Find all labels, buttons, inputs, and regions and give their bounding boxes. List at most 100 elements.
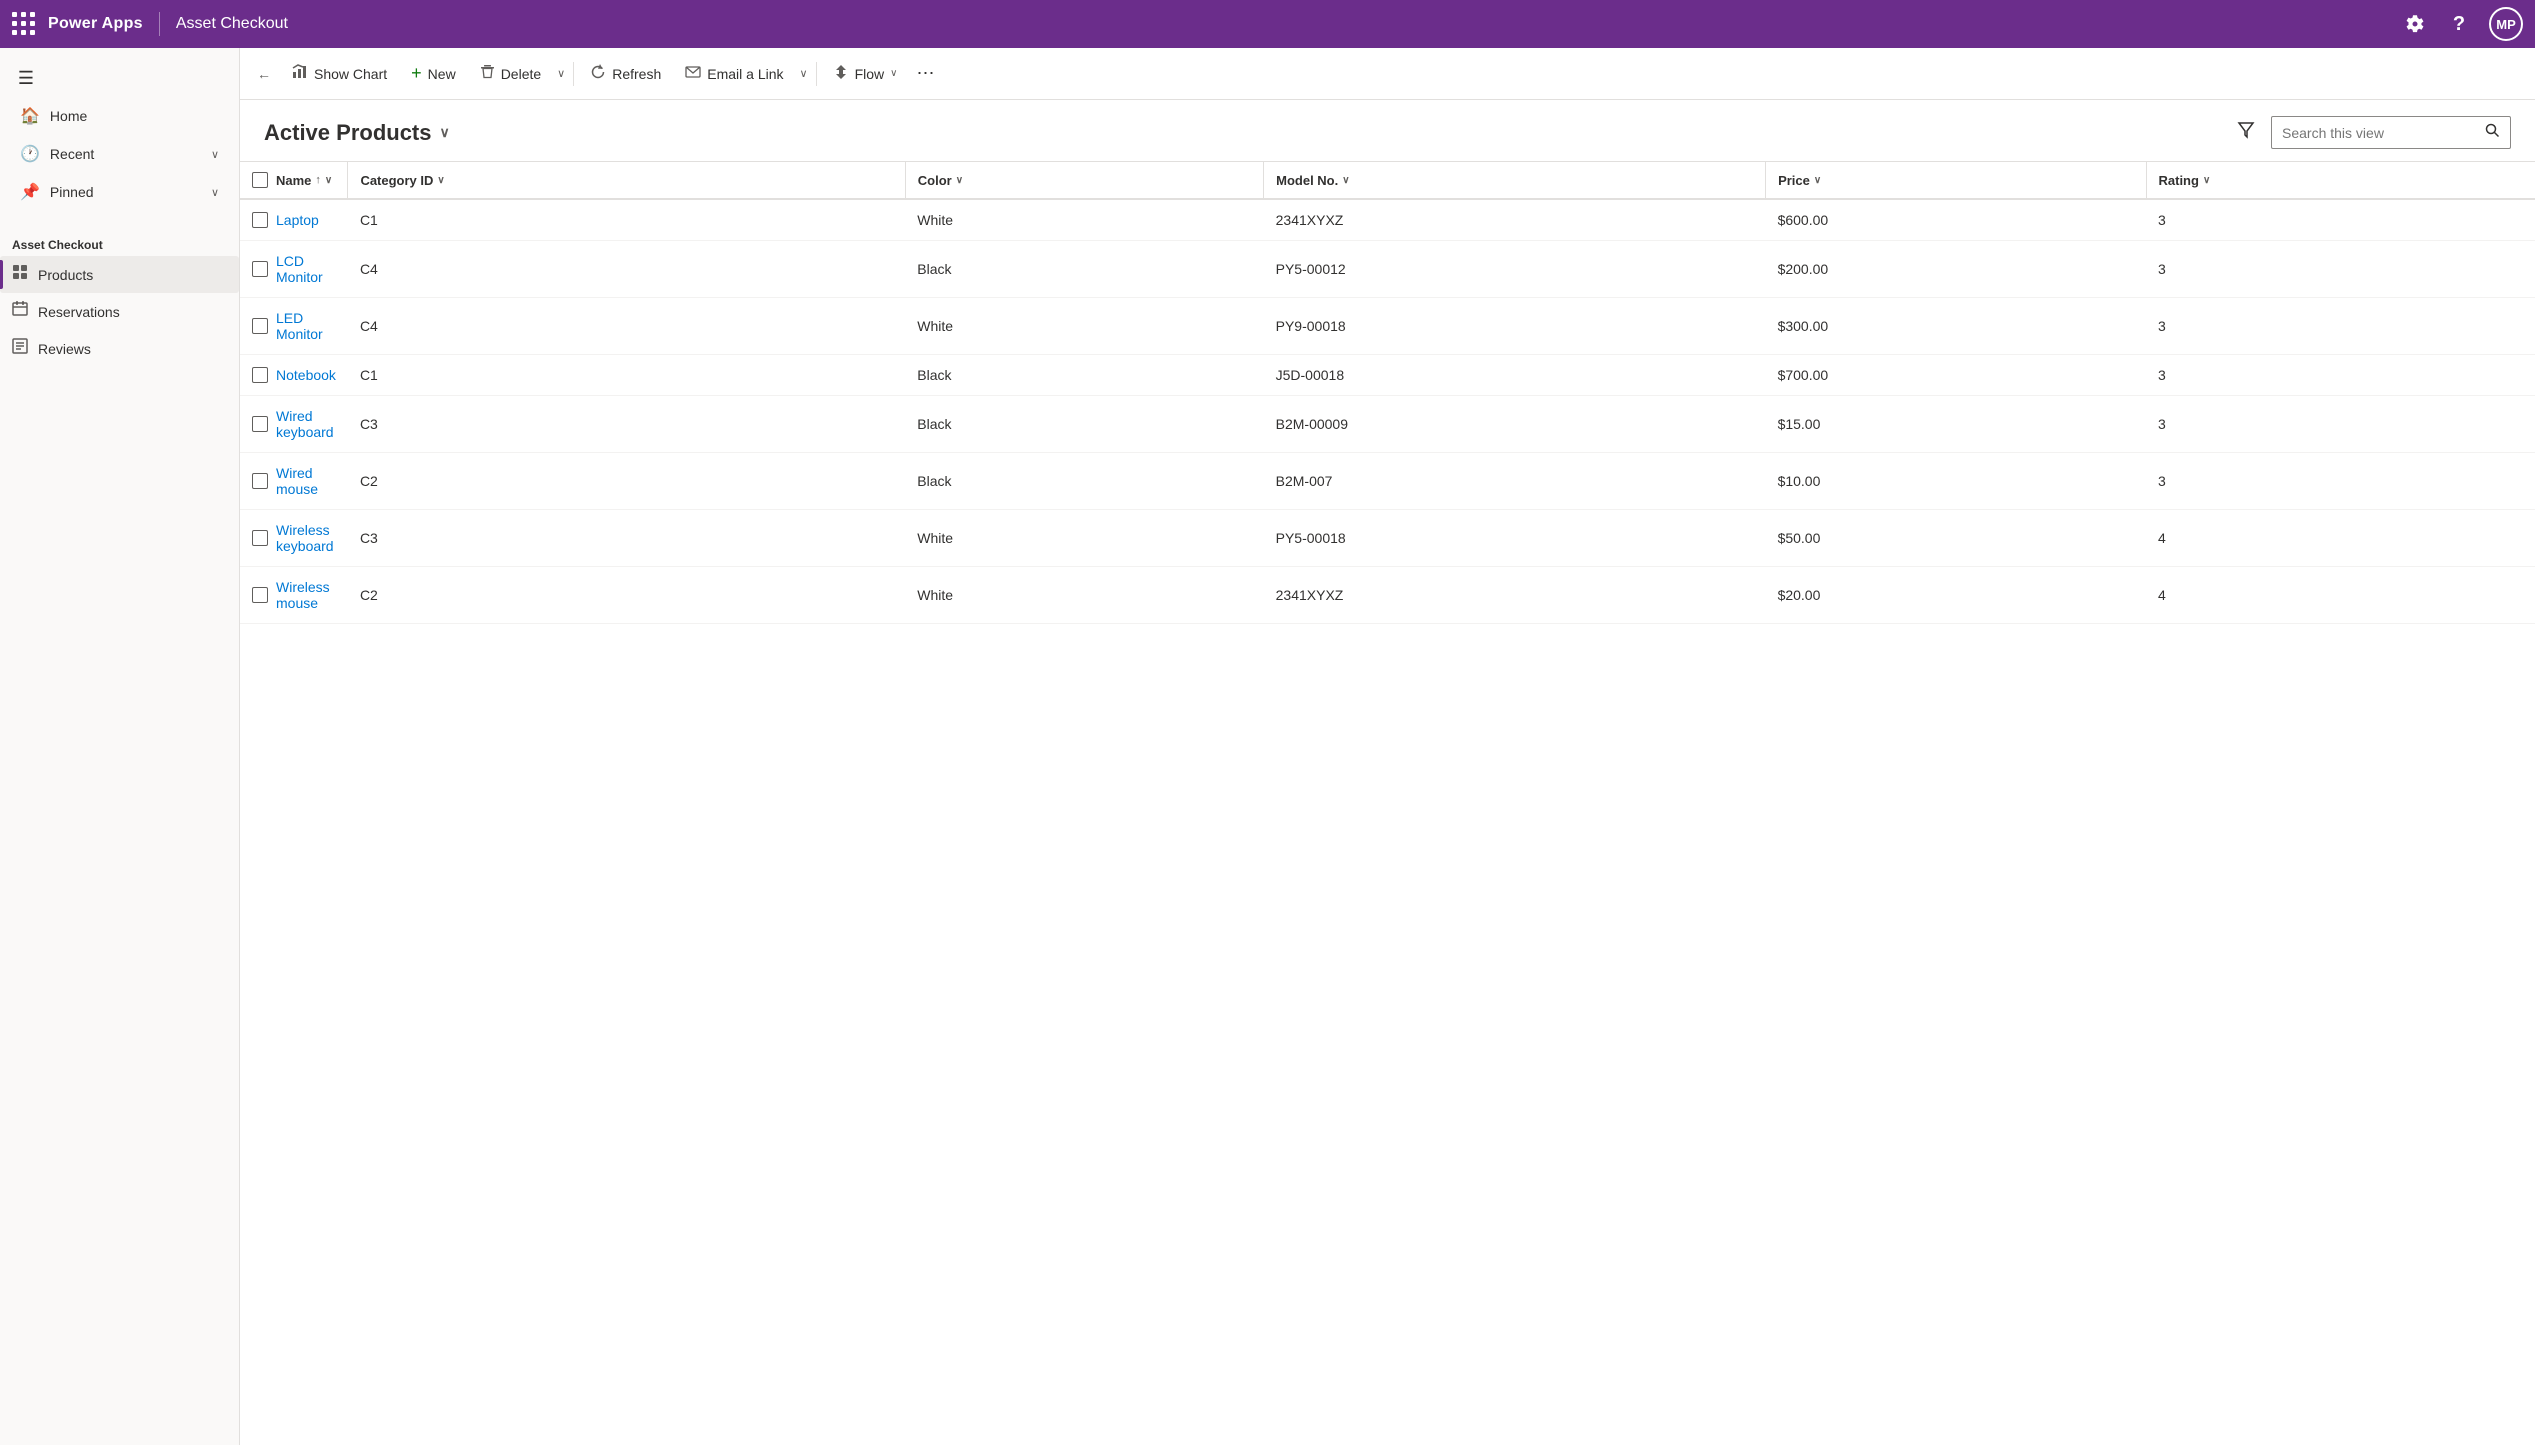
row-1-color: Black bbox=[905, 241, 1263, 298]
reviews-label: Reviews bbox=[38, 341, 91, 357]
table-row[interactable]: LED Monitor C4 White PY9-00018 $300.00 3 bbox=[240, 298, 2535, 355]
settings-icon[interactable] bbox=[2401, 10, 2429, 38]
hamburger-menu-button[interactable]: ☰ bbox=[8, 60, 44, 96]
row-5-check-name: Wired mouse bbox=[240, 453, 348, 510]
table-row[interactable]: Wired mouse C2 Black B2M-007 $10.00 3 bbox=[240, 453, 2535, 510]
row-6-rating: 4 bbox=[2146, 510, 2535, 567]
row-0-price: $600.00 bbox=[1766, 199, 2146, 241]
avatar[interactable]: MP bbox=[2489, 7, 2523, 41]
table-row[interactable]: Wireless keyboard C3 White PY5-00018 $50… bbox=[240, 510, 2535, 567]
row-3-name[interactable]: Notebook bbox=[276, 367, 336, 383]
row-2-category: C4 bbox=[348, 298, 905, 355]
sidebar-item-recent[interactable]: 🕐 Recent ∨ bbox=[8, 136, 231, 172]
flow-button[interactable]: Flow ∨ bbox=[821, 58, 910, 90]
row-3-check-name: Notebook bbox=[240, 355, 348, 396]
th-color: Color ∨ bbox=[905, 162, 1263, 199]
back-button[interactable]: ← bbox=[248, 58, 280, 90]
app-name: Power Apps bbox=[48, 15, 143, 33]
delete-button[interactable]: Delete bbox=[468, 58, 553, 89]
reservations-label: Reservations bbox=[38, 304, 120, 320]
search-input[interactable] bbox=[2272, 119, 2475, 147]
pinned-chevron-icon: ∨ bbox=[211, 186, 219, 199]
filter-icon[interactable] bbox=[2233, 117, 2259, 148]
recent-icon: 🕐 bbox=[20, 144, 40, 164]
th-rating-label: Rating bbox=[2159, 173, 2199, 188]
table-row[interactable]: Laptop C1 White 2341XYXZ $600.00 3 bbox=[240, 199, 2535, 241]
row-1-name[interactable]: LCD Monitor bbox=[276, 253, 336, 285]
row-1-category: C4 bbox=[348, 241, 905, 298]
products-label: Products bbox=[38, 267, 93, 283]
row-7-name[interactable]: Wireless mouse bbox=[276, 579, 336, 611]
sidebar-home-label: Home bbox=[50, 108, 87, 124]
toolbar-divider-1 bbox=[573, 62, 574, 86]
show-chart-button[interactable]: Show Chart bbox=[280, 58, 399, 90]
home-icon: 🏠 bbox=[20, 106, 40, 126]
row-3-rating: 3 bbox=[2146, 355, 2535, 396]
row-5-name[interactable]: Wired mouse bbox=[276, 465, 336, 497]
sidebar-item-pinned[interactable]: 📌 Pinned ∨ bbox=[8, 174, 231, 210]
sidebar-item-reservations[interactable]: Reservations bbox=[0, 293, 239, 330]
search-button[interactable] bbox=[2475, 117, 2510, 148]
th-color-label-btn[interactable]: Color ∨ bbox=[918, 173, 1251, 188]
th-name[interactable]: Name ↑ ∨ bbox=[276, 173, 332, 188]
row-4-name[interactable]: Wired keyboard bbox=[276, 408, 336, 440]
row-0-color: White bbox=[905, 199, 1263, 241]
row-4-price: $15.00 bbox=[1766, 396, 2146, 453]
sidebar-top: ☰ 🏠 Home 🕐 Recent ∨ 📌 Pinned ∨ bbox=[0, 48, 239, 222]
th-category-label-btn[interactable]: Category ID ∨ bbox=[360, 173, 892, 188]
new-button[interactable]: + New bbox=[399, 57, 468, 90]
name-sort-asc-icon: ↑ bbox=[315, 174, 321, 186]
th-price: Price ∨ bbox=[1766, 162, 2146, 199]
email-label: Email a Link bbox=[707, 66, 783, 82]
table-row[interactable]: Wired keyboard C3 Black B2M-00009 $15.00… bbox=[240, 396, 2535, 453]
email-chevron-button[interactable]: ∨ bbox=[796, 61, 812, 86]
row-1-price: $200.00 bbox=[1766, 241, 2146, 298]
delete-chevron-button[interactable]: ∨ bbox=[553, 61, 569, 86]
th-model-no: Model No. ∨ bbox=[1264, 162, 1766, 199]
apps-grid-icon[interactable] bbox=[12, 12, 36, 36]
email-link-button[interactable]: Email a Link bbox=[673, 58, 795, 90]
recent-chevron-icon: ∨ bbox=[211, 148, 219, 161]
row-checkbox-6[interactable] bbox=[252, 530, 268, 546]
help-icon[interactable]: ? bbox=[2445, 10, 2473, 38]
sidebar-item-home[interactable]: 🏠 Home bbox=[8, 98, 231, 134]
row-checkbox-1[interactable] bbox=[252, 261, 268, 277]
new-icon: + bbox=[411, 63, 422, 84]
refresh-button[interactable]: Refresh bbox=[578, 58, 673, 90]
top-header: Power Apps Asset Checkout ? MP bbox=[0, 0, 2535, 48]
table-row[interactable]: LCD Monitor C4 Black PY5-00012 $200.00 3 bbox=[240, 241, 2535, 298]
row-checkbox-7[interactable] bbox=[252, 587, 268, 603]
row-checkbox-2[interactable] bbox=[252, 318, 268, 334]
row-checkbox-0[interactable] bbox=[252, 212, 268, 228]
row-3-model: J5D-00018 bbox=[1264, 355, 1766, 396]
more-button[interactable]: ⋯ bbox=[909, 58, 941, 90]
pinned-icon: 📌 bbox=[20, 182, 40, 202]
sidebar-item-products[interactable]: Products bbox=[0, 256, 239, 293]
row-2-name[interactable]: LED Monitor bbox=[276, 310, 336, 342]
table-row[interactable]: Notebook C1 Black J5D-00018 $700.00 3 bbox=[240, 355, 2535, 396]
th-price-label-btn[interactable]: Price ∨ bbox=[1778, 173, 2133, 188]
row-3-price: $700.00 bbox=[1766, 355, 2146, 396]
row-6-model: PY5-00018 bbox=[1264, 510, 1766, 567]
refresh-label: Refresh bbox=[612, 66, 661, 82]
sidebar-item-reviews[interactable]: Reviews bbox=[0, 330, 239, 367]
delete-icon bbox=[480, 64, 495, 83]
row-6-color: White bbox=[905, 510, 1263, 567]
row-checkbox-5[interactable] bbox=[252, 473, 268, 489]
chart-icon bbox=[292, 64, 308, 84]
th-rating-label-btn[interactable]: Rating ∨ bbox=[2159, 173, 2524, 188]
row-6-name[interactable]: Wireless keyboard bbox=[276, 522, 336, 554]
row-checkbox-3[interactable] bbox=[252, 367, 268, 383]
table-row[interactable]: Wireless mouse C2 White 2341XYXZ $20.00 … bbox=[240, 567, 2535, 624]
list-title-chevron-icon: ∨ bbox=[440, 124, 450, 141]
row-5-model: B2M-007 bbox=[1264, 453, 1766, 510]
list-title[interactable]: Active Products ∨ bbox=[264, 120, 450, 146]
refresh-icon bbox=[590, 64, 606, 84]
row-0-name[interactable]: Laptop bbox=[276, 212, 319, 228]
row-checkbox-4[interactable] bbox=[252, 416, 268, 432]
model-chevron-icon: ∨ bbox=[1342, 175, 1349, 186]
select-all-checkbox[interactable] bbox=[252, 172, 268, 188]
row-6-category: C3 bbox=[348, 510, 905, 567]
th-model-label-btn[interactable]: Model No. ∨ bbox=[1276, 173, 1753, 188]
price-chevron-icon: ∨ bbox=[1814, 175, 1821, 186]
